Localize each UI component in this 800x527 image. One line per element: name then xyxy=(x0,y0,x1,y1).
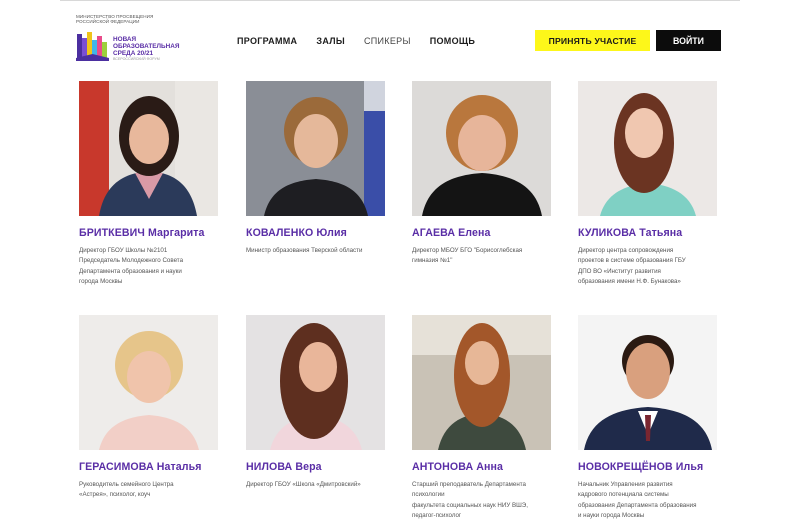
top-divider xyxy=(60,0,740,1)
speaker-role: Директор ГБОУ «Школа «Дмитровский» xyxy=(246,481,361,488)
speaker-role: Руководитель семейного Центра «Астрея», … xyxy=(79,481,174,499)
logo-icon xyxy=(76,32,109,61)
speaker-role: Министр образования Тверской области xyxy=(246,247,363,254)
site-logo[interactable]: МИНИСТЕРСТВО ПРОСВЕЩЕНИЯ РОССИЙСКОЙ ФЕДЕ… xyxy=(76,14,186,66)
login-button[interactable]: ВОЙТИ xyxy=(656,30,721,51)
speaker-role: Директор МБОУ БГО "Борисоглебская гимназ… xyxy=(412,247,523,265)
speaker-name: НОВОКРЕЩЁНОВ Илья xyxy=(578,461,704,473)
speaker-name: НИЛОВА Вера xyxy=(246,461,322,473)
nav-speakers[interactable]: СПИКЕРЫ xyxy=(364,36,411,46)
speaker-role: Директор центра сопровождения проектов в… xyxy=(578,247,686,286)
logo-subtitle: ВСЕРОССИЙСКИЙ ФОРУМ xyxy=(113,57,160,61)
speaker-name: КУЛИКОВА Татьяна xyxy=(578,227,683,239)
speaker-name: ГЕРАСИМОВА Наталья xyxy=(79,461,202,473)
speaker-name: АНТОНОВА Анна xyxy=(412,461,503,473)
register-button[interactable]: ПРИНЯТЬ УЧАСТИЕ xyxy=(535,30,650,51)
speaker-photo[interactable] xyxy=(246,81,385,216)
speaker-photo[interactable] xyxy=(578,315,717,450)
speaker-name: КОВАЛЕНКО Юлия xyxy=(246,227,347,239)
speaker-photo[interactable] xyxy=(412,81,551,216)
speaker-name: АГАЕВА Елена xyxy=(412,227,491,239)
speaker-photo[interactable] xyxy=(79,315,218,450)
nav-halls[interactable]: ЗАЛЫ xyxy=(316,36,345,46)
nav-program[interactable]: ПРОГРАММА xyxy=(237,36,297,46)
speaker-photo[interactable] xyxy=(578,81,717,216)
speaker-photo[interactable] xyxy=(79,81,218,216)
nav-help[interactable]: ПОМОЩЬ xyxy=(430,36,475,46)
speaker-role: Старший преподаватель Департамента психо… xyxy=(412,481,528,520)
speaker-name: БРИТКЕВИЧ Маргарита xyxy=(79,227,205,239)
main-nav: ПРОГРАММА ЗАЛЫ СПИКЕРЫ ПОМОЩЬ xyxy=(237,36,494,46)
speaker-role: Начальник Управления развития кадрового … xyxy=(578,481,697,520)
logo-title: НОВАЯ ОБРАЗОВАТЕЛЬНАЯ СРЕДА 20/21 xyxy=(113,36,180,58)
ministry-caption: МИНИСТЕРСТВО ПРОСВЕЩЕНИЯ РОССИЙСКОЙ ФЕДЕ… xyxy=(76,14,154,25)
speaker-photo[interactable] xyxy=(246,315,385,450)
speaker-photo[interactable] xyxy=(412,315,551,450)
speaker-role: Директор ГБОУ Школы №2101 Председатель М… xyxy=(79,247,184,286)
